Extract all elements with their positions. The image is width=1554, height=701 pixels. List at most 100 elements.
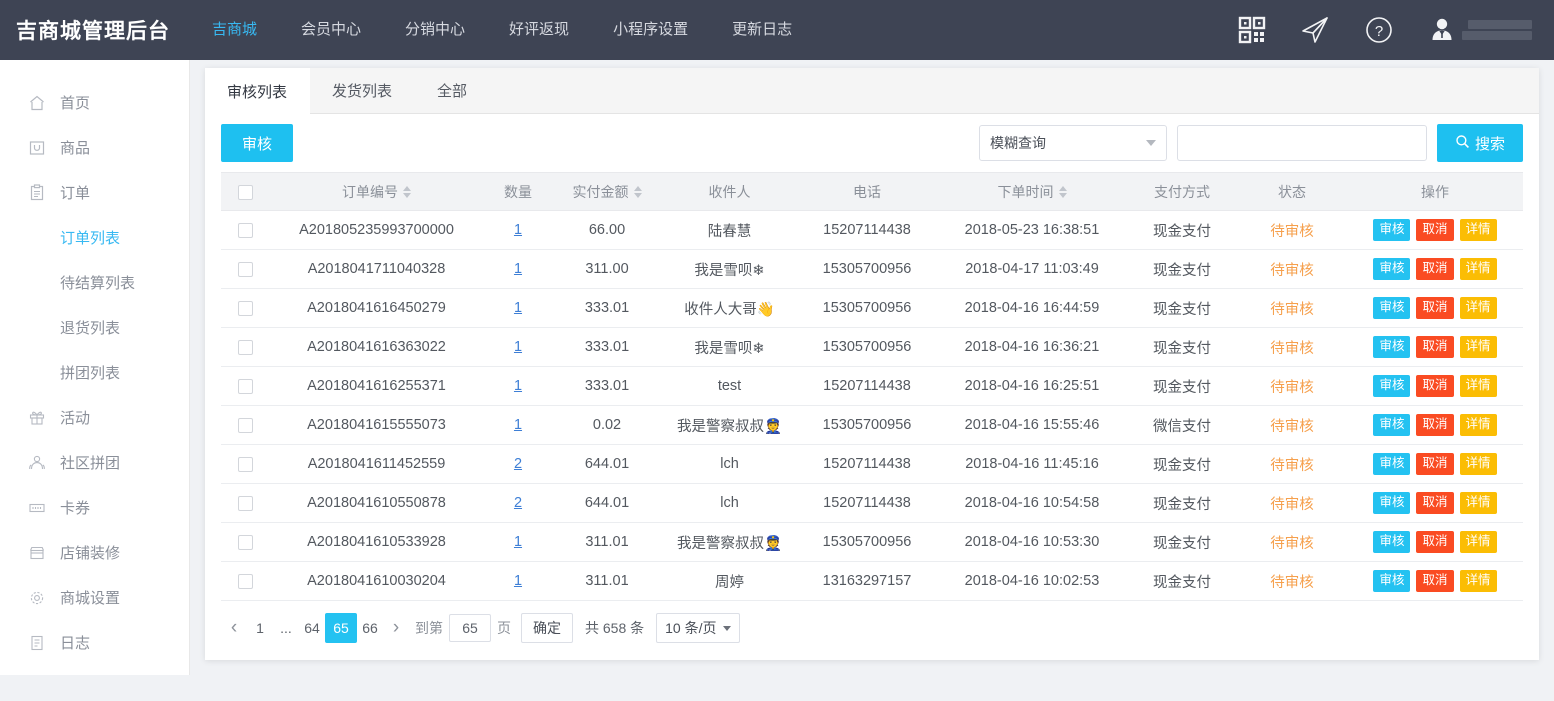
row-detail-button[interactable]: 详情: [1459, 453, 1497, 475]
topnav-item-review-rebate[interactable]: 好评返现: [487, 0, 591, 60]
row-detail-button[interactable]: 详情: [1459, 531, 1497, 553]
tab-shipping-list[interactable]: 发货列表: [310, 68, 415, 113]
row-cancel-button[interactable]: 取消: [1416, 453, 1454, 475]
confirm-button[interactable]: 确定: [521, 613, 573, 643]
row-cancel-button[interactable]: 取消: [1416, 297, 1454, 319]
row-detail-button[interactable]: 详情: [1459, 492, 1497, 514]
sidebar-item-shop-decoration[interactable]: 店铺装修: [0, 530, 189, 575]
row-cancel-button[interactable]: 取消: [1416, 375, 1454, 397]
row-detail-button[interactable]: 详情: [1459, 258, 1497, 280]
qty-link[interactable]: 2: [514, 456, 522, 472]
audit-button[interactable]: 审核: [221, 124, 294, 162]
row-cancel-button[interactable]: 取消: [1416, 219, 1454, 241]
sidebar-item-group-buy-list[interactable]: 拼团列表: [0, 350, 189, 395]
help-icon[interactable]: ?: [1364, 15, 1394, 45]
qty-link[interactable]: 1: [514, 222, 522, 238]
search-input[interactable]: [1176, 125, 1427, 161]
user-account[interactable]: [1428, 16, 1536, 44]
search-type-select[interactable]: 模糊查询: [978, 125, 1167, 161]
send-icon[interactable]: [1300, 15, 1330, 45]
row-audit-button[interactable]: 审核: [1373, 336, 1411, 358]
page-ellipsis: ...: [280, 620, 292, 636]
sort-icon[interactable]: [1058, 185, 1067, 198]
row-audit-button[interactable]: 审核: [1373, 258, 1411, 280]
row-audit-button[interactable]: 审核: [1373, 375, 1411, 397]
row-checkbox[interactable]: [237, 456, 253, 472]
jump-page-input[interactable]: [449, 614, 491, 642]
sidebar-item-activity[interactable]: 活动: [0, 395, 189, 440]
row-cancel-button[interactable]: 取消: [1416, 336, 1454, 358]
row-checkbox[interactable]: [237, 261, 253, 277]
sidebar-item-log[interactable]: 日志: [0, 620, 189, 665]
row-audit-button[interactable]: 审核: [1373, 492, 1411, 514]
sort-icon[interactable]: [403, 185, 411, 198]
sidebar-item-home[interactable]: 首页: [0, 80, 189, 125]
goods-icon: [26, 139, 48, 157]
qty-link[interactable]: 1: [514, 261, 522, 277]
select-all-checkbox[interactable]: [237, 184, 253, 200]
sidebar-item-return-list[interactable]: 退货列表: [0, 305, 189, 350]
row-checkbox[interactable]: [237, 339, 253, 355]
row-detail-button[interactable]: 详情: [1459, 570, 1497, 592]
page-number[interactable]: 1: [247, 613, 273, 643]
sidebar-item-goods[interactable]: 商品: [0, 125, 189, 170]
cell-pay: 现金支付: [1127, 249, 1237, 289]
col-order-no[interactable]: 订单编号: [269, 172, 484, 211]
row-audit-button[interactable]: 审核: [1373, 219, 1411, 241]
qty-link[interactable]: 1: [514, 339, 522, 355]
row-detail-button[interactable]: 详情: [1459, 219, 1497, 241]
row-audit-button[interactable]: 审核: [1373, 297, 1411, 319]
qty-link[interactable]: 1: [514, 378, 522, 394]
chevron-right-icon[interactable]: ›: [383, 613, 409, 643]
col-time[interactable]: 下单时间: [937, 172, 1127, 211]
qrcode-icon[interactable]: [1238, 16, 1266, 44]
sidebar-item-order[interactable]: 订单: [0, 170, 189, 215]
sidebar-item-community-group[interactable]: 社区拼团: [0, 440, 189, 485]
topnav-item-member-center[interactable]: 会员中心: [279, 0, 383, 60]
page-number[interactable]: 64: [299, 613, 325, 643]
row-detail-button[interactable]: 详情: [1459, 336, 1497, 358]
qty-link[interactable]: 1: [514, 417, 522, 433]
sort-icon[interactable]: [633, 185, 642, 198]
search-button[interactable]: 搜索: [1436, 124, 1523, 162]
row-cancel-button[interactable]: 取消: [1416, 258, 1454, 280]
sidebar-item-pending-settlement-list[interactable]: 待结算列表: [0, 260, 189, 305]
qty-link[interactable]: 2: [514, 495, 522, 511]
row-checkbox[interactable]: [237, 534, 253, 550]
tab-audit-list[interactable]: 审核列表: [205, 68, 311, 114]
row-detail-button[interactable]: 详情: [1459, 414, 1497, 436]
row-audit-button[interactable]: 审核: [1373, 570, 1411, 592]
row-cancel-button[interactable]: 取消: [1416, 414, 1454, 436]
topnav-item-jishangcheng[interactable]: 吉商城: [190, 0, 279, 60]
row-checkbox[interactable]: [237, 222, 253, 238]
topnav-item-distribution-center[interactable]: 分销中心: [383, 0, 487, 60]
chevron-left-icon[interactable]: ‹: [221, 613, 247, 643]
row-checkbox[interactable]: [237, 417, 253, 433]
qty-link[interactable]: 1: [514, 534, 522, 550]
page-size-select[interactable]: 10 条/页: [656, 613, 740, 643]
row-cancel-button[interactable]: 取消: [1416, 492, 1454, 514]
cell-phone: 15207114438: [797, 483, 937, 523]
page-number[interactable]: 66: [357, 613, 383, 643]
row-checkbox[interactable]: [237, 378, 253, 394]
row-audit-button[interactable]: 审核: [1373, 453, 1411, 475]
row-audit-button[interactable]: 审核: [1373, 414, 1411, 436]
row-checkbox[interactable]: [237, 573, 253, 589]
row-cancel-button[interactable]: 取消: [1416, 570, 1454, 592]
sidebar-item-coupon[interactable]: 卡券: [0, 485, 189, 530]
topnav-item-miniprogram-settings[interactable]: 小程序设置: [591, 0, 710, 60]
row-detail-button[interactable]: 详情: [1459, 297, 1497, 319]
sidebar-item-order-list[interactable]: 订单列表: [0, 215, 189, 260]
tab-all[interactable]: 全部: [415, 68, 490, 113]
row-checkbox[interactable]: [237, 495, 253, 511]
qty-link[interactable]: 1: [514, 300, 522, 316]
row-audit-button[interactable]: 审核: [1373, 531, 1411, 553]
col-amount[interactable]: 实付金额: [552, 172, 662, 211]
qty-link[interactable]: 1: [514, 573, 522, 589]
row-cancel-button[interactable]: 取消: [1416, 531, 1454, 553]
row-detail-button[interactable]: 详情: [1459, 375, 1497, 397]
row-checkbox[interactable]: [237, 300, 253, 316]
page-number-current[interactable]: 65: [325, 613, 357, 643]
topnav-item-changelog[interactable]: 更新日志: [710, 0, 814, 60]
sidebar-item-mall-settings[interactable]: 商城设置: [0, 575, 189, 620]
